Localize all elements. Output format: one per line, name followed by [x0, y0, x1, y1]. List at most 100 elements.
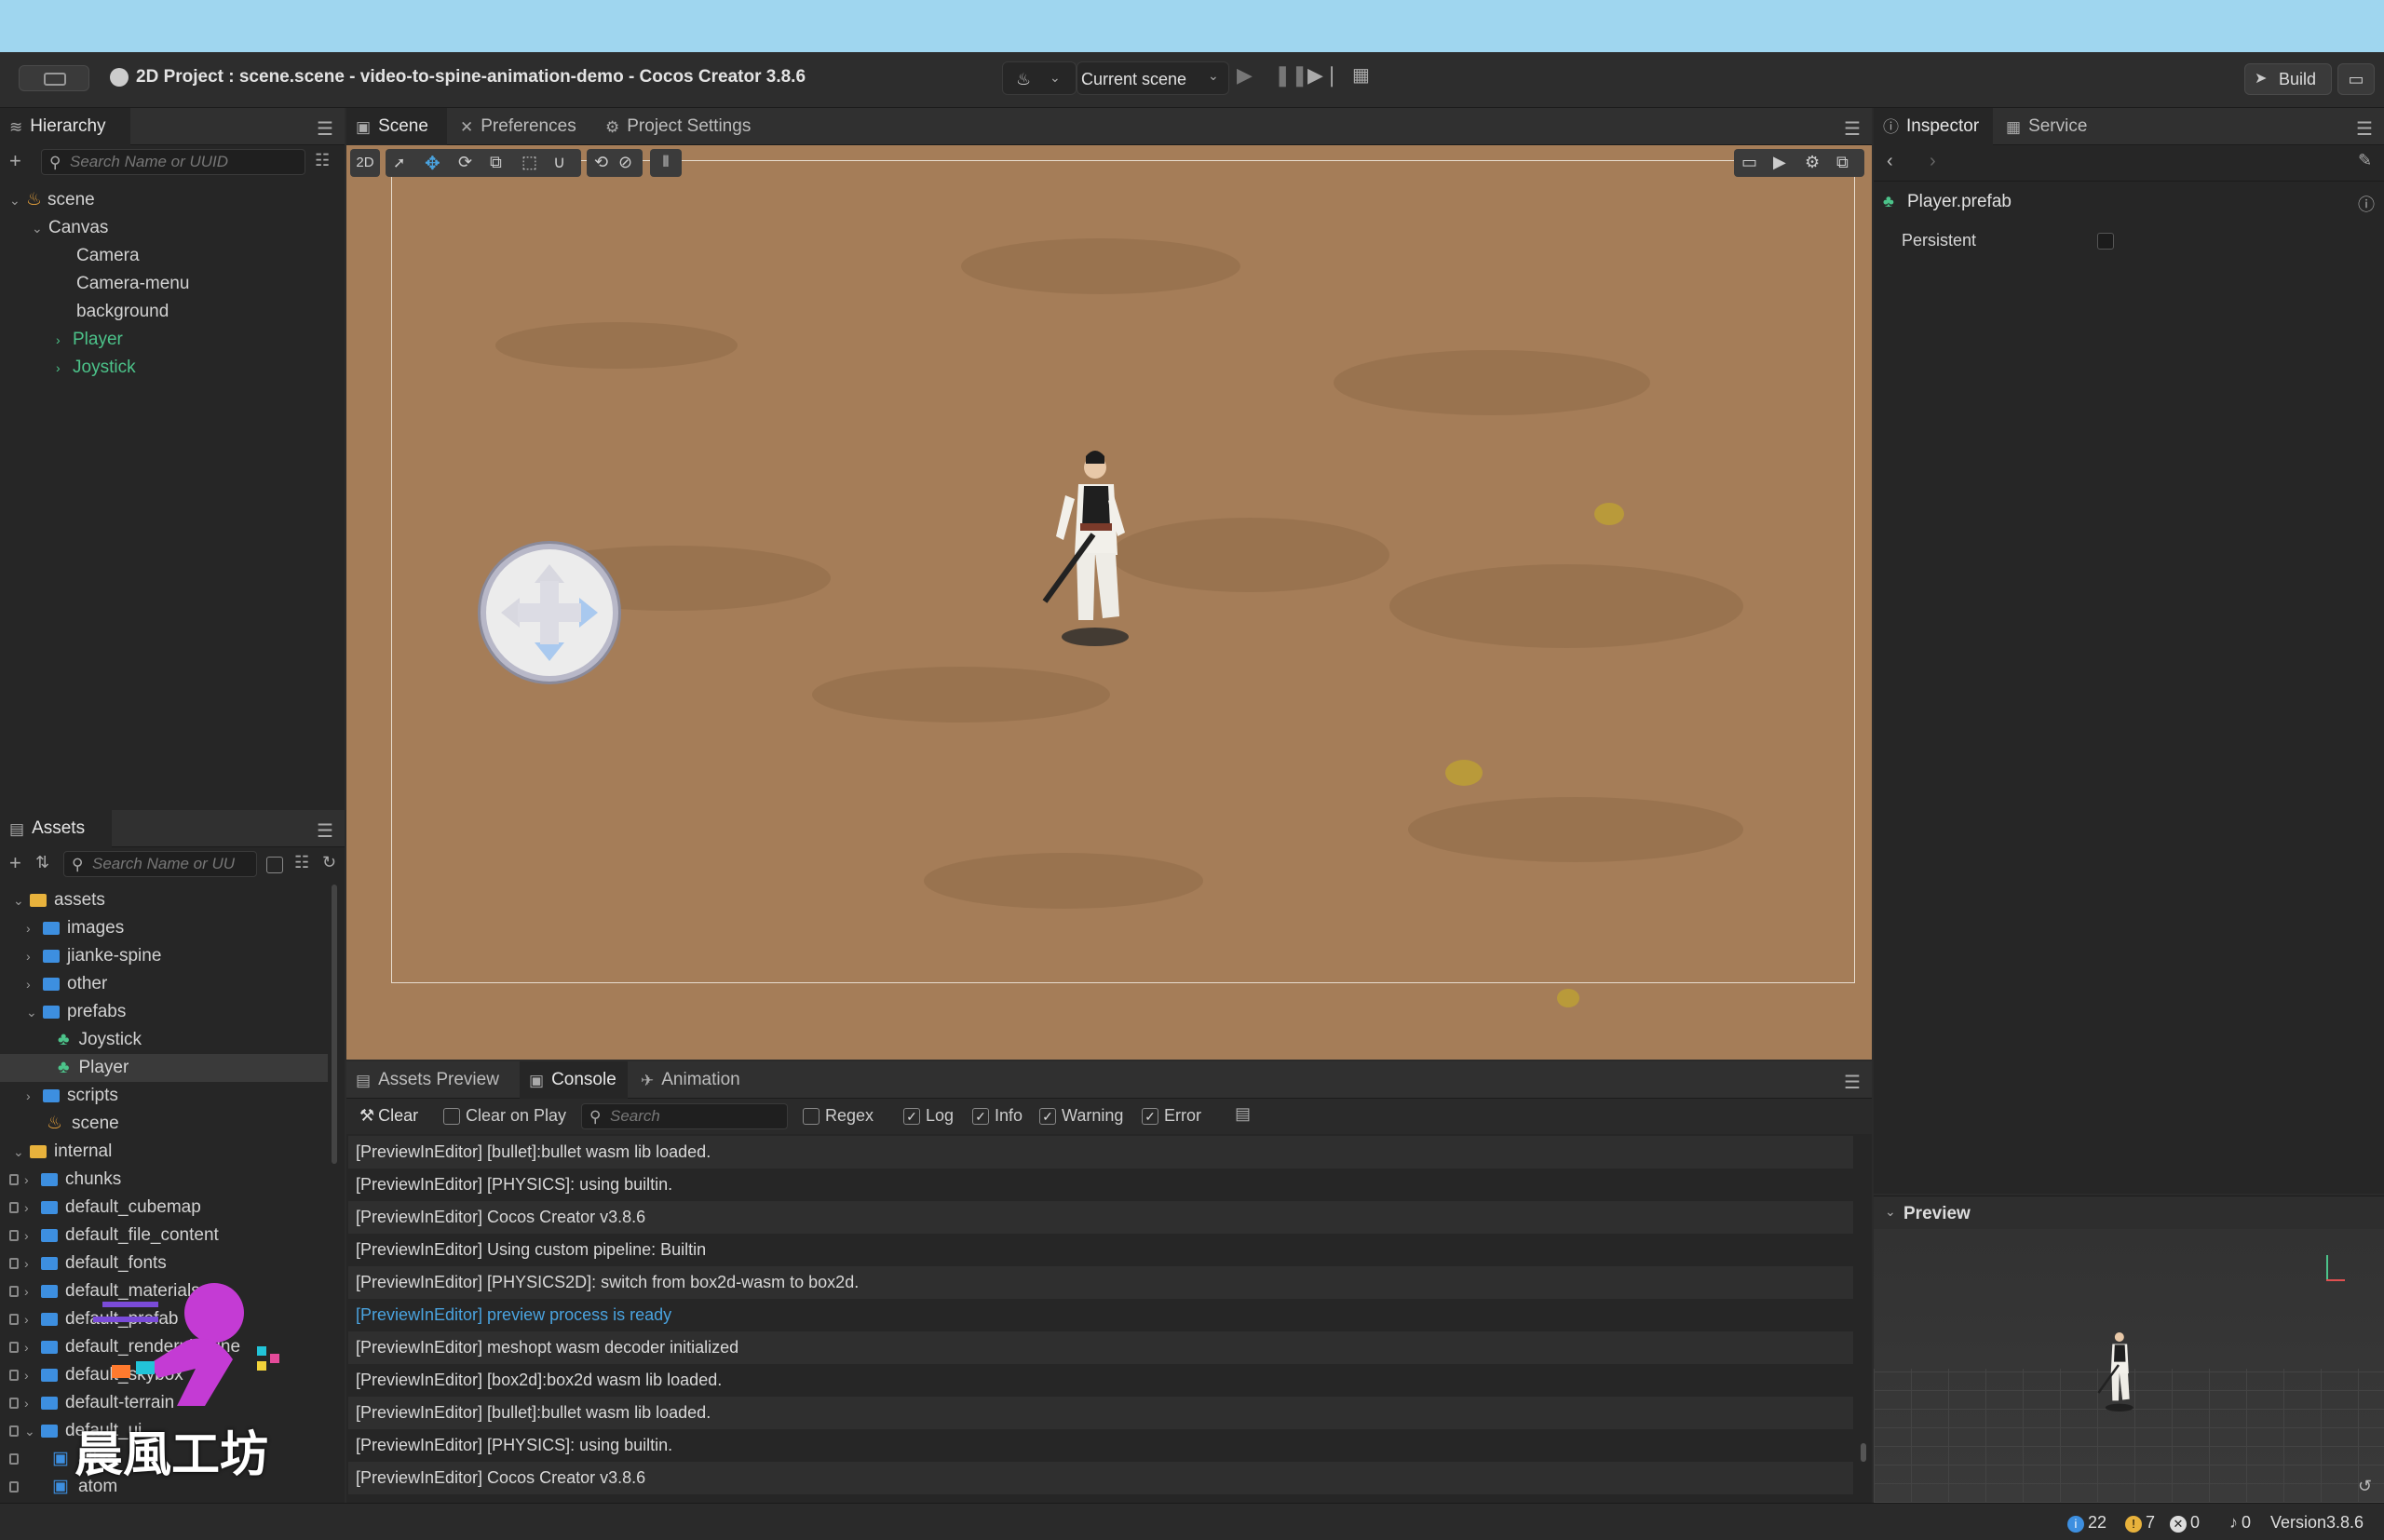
hierarchy-search-input[interactable]: ⚲ Search Name or UUID	[41, 149, 305, 175]
asset-images[interactable]: › images	[26, 914, 124, 942]
asset-scripts[interactable]: › scripts	[26, 1082, 118, 1110]
tree-node-scene[interactable]: ⌄ ♨ scene	[9, 186, 95, 214]
tab-hierarchy[interactable]: ≋ Hierarchy	[0, 108, 130, 145]
joystick[interactable]	[481, 544, 618, 682]
console-line[interactable]: [PreviewInEditor] Cocos Creator v3.8.6	[348, 1462, 1853, 1494]
camera-icon[interactable]: ▶	[1773, 153, 1786, 172]
preview-header[interactable]: ⌄ Preview	[1874, 1196, 2384, 1229]
gear-icon[interactable]: ⚙	[1805, 153, 1820, 172]
play-icon[interactable]: ▶	[1237, 63, 1253, 88]
console-line[interactable]: [PreviewInEditor] [PHYSICS]: using built…	[348, 1429, 1853, 1462]
notification-count[interactable]: ♪ 0	[2229, 1513, 2251, 1533]
rock-sprite[interactable]	[1594, 503, 1624, 525]
panel-menu-icon[interactable]: ☰	[317, 819, 333, 843]
asset-player-prefab[interactable]: ♣ Player	[0, 1054, 328, 1082]
asset-jianke-spine[interactable]: › jianke-spine	[26, 942, 161, 970]
tree-options-icon[interactable]: ☷	[315, 151, 330, 170]
open-log-file-icon[interactable]: ▤	[1235, 1104, 1251, 1124]
tab-service[interactable]: ▦ Service	[1997, 108, 2105, 145]
console-line[interactable]: [PreviewInEditor] Cocos Creator v3.8.6	[348, 1201, 1853, 1234]
pin-icon[interactable]: ✎	[2358, 151, 2372, 170]
console-line[interactable]: [PreviewInEditor] [box2d]:box2d wasm lib…	[348, 1364, 1853, 1397]
tree-node-player[interactable]: › Player	[56, 326, 123, 354]
panel-menu-icon[interactable]: ☰	[1844, 1071, 1861, 1094]
pivot-icon[interactable]: ⊘	[618, 153, 632, 172]
console-line[interactable]: [PreviewInEditor] [bullet]:bullet wasm l…	[348, 1397, 1853, 1429]
player-character[interactable]	[1037, 443, 1149, 648]
add-asset-icon[interactable]: +	[9, 851, 21, 875]
console-line[interactable]: [PreviewInEditor] [PHYSICS2D]: switch fr…	[348, 1266, 1853, 1299]
asset-joystick-prefab[interactable]: ♣ Joystick	[58, 1026, 142, 1054]
move-tool-icon[interactable]: ✥	[425, 152, 440, 175]
asset-other[interactable]: › other	[26, 970, 107, 998]
error-count[interactable]: ✕ 0	[2170, 1513, 2200, 1533]
gizmo-icon[interactable]: ⧉	[1836, 153, 1849, 172]
console-line-info[interactable]: [PreviewInEditor] preview process is rea…	[348, 1299, 1853, 1331]
tree-node-camera[interactable]: Camera	[76, 242, 140, 270]
reset-view-icon[interactable]: ↺	[2358, 1477, 2372, 1496]
rotate-tool-icon[interactable]: ⟳	[458, 153, 472, 172]
asset-scene[interactable]: ♨ scene	[47, 1110, 119, 1138]
tree-node-background[interactable]: background	[76, 298, 169, 326]
editor-layout-button[interactable]	[19, 65, 89, 91]
asset-prefabs[interactable]: ⌄ prefabs	[26, 998, 126, 1026]
snap-tool-icon[interactable]: ∪	[553, 153, 565, 172]
tab-assets-preview[interactable]: ▤ Assets Preview	[346, 1061, 514, 1099]
scene-viewport[interactable]: 2D ➚ ✥ ⟳ ⧉ ⬚ ∪ ⟲ ⊘ ⫴ ▭ ▶ ⚙ ⧉	[346, 145, 1872, 1060]
assets-filter-checkbox[interactable]	[266, 857, 283, 873]
open-folder-button[interactable]: ▭	[2337, 63, 2375, 95]
console-line[interactable]: [PreviewInEditor] meshopt wasm decoder i…	[348, 1331, 1853, 1364]
panel-menu-icon[interactable]: ☰	[2356, 117, 2373, 141]
tab-animation[interactable]: ✈ Animation	[631, 1061, 752, 1099]
pause-icon[interactable]: ❚❚	[1274, 63, 1308, 88]
preview-viewport[interactable]: ↺	[1874, 1229, 2384, 1503]
tab-inspector[interactable]: ⓘ Inspector	[1874, 108, 1993, 145]
local-space-icon[interactable]: ⟲	[594, 153, 608, 172]
refresh-icon[interactable]: ↻	[322, 853, 336, 872]
tab-project-settings[interactable]: ⚙ Project Settings	[596, 108, 773, 145]
console-line[interactable]: [PreviewInEditor] [bullet]:bullet wasm l…	[348, 1136, 1853, 1169]
step-icon[interactable]: ▶❘	[1307, 63, 1340, 88]
rock-sprite[interactable]	[1557, 989, 1579, 1007]
warning-toggle[interactable]: ✓ Warning	[1039, 1106, 1123, 1126]
console-line[interactable]: [PreviewInEditor] Using custom pipeline:…	[348, 1234, 1853, 1266]
assets-scrollbar[interactable]	[332, 885, 337, 1164]
console-line[interactable]: [PreviewInEditor] [PHYSICS]: using built…	[348, 1169, 1853, 1201]
tab-console[interactable]: ▣ Console	[520, 1061, 628, 1099]
2d-mode-button[interactable]: 2D	[350, 149, 380, 177]
persistent-checkbox[interactable]	[2097, 233, 2114, 250]
error-toggle[interactable]: ✓ Error	[1142, 1106, 1201, 1126]
assets-search-input[interactable]: ⚲ Search Name or UU	[63, 851, 257, 877]
help-icon[interactable]: ⓘ	[2358, 192, 2375, 216]
log-toggle[interactable]: ✓ Log	[903, 1106, 954, 1126]
clear-button[interactable]: ⚒ Clear	[359, 1106, 418, 1126]
warning-count[interactable]: ! 7	[2125, 1513, 2155, 1533]
info-toggle[interactable]: ✓ Info	[972, 1106, 1023, 1126]
tree-options-icon[interactable]: ☷	[294, 853, 309, 872]
build-button[interactable]: ➤ Build	[2244, 63, 2332, 95]
add-node-icon[interactable]: +	[9, 149, 21, 173]
tree-node-camera-menu[interactable]: Camera-menu	[76, 270, 189, 298]
scale-tool-icon[interactable]: ⧉	[490, 153, 502, 172]
tab-assets[interactable]: ▤ Assets	[0, 810, 112, 847]
regex-toggle[interactable]: Regex	[803, 1106, 874, 1126]
engine-select[interactable]: ♨ ⌄	[1002, 61, 1077, 95]
clear-on-play-toggle[interactable]: Clear on Play	[443, 1106, 566, 1126]
console-scrollbar[interactable]	[1861, 1443, 1866, 1462]
back-arrow-icon[interactable]: ‹	[1887, 151, 1893, 172]
console-search-input[interactable]: ⚲ Search	[581, 1103, 788, 1129]
resolution-icon[interactable]: ▭	[1741, 153, 1757, 172]
align-tools-button[interactable]: ⫴	[650, 149, 682, 177]
tree-node-joystick[interactable]: › Joystick	[56, 354, 136, 382]
sort-icon[interactable]: ⇅	[35, 853, 49, 872]
scene-select[interactable]: Current scene ⌄	[1077, 61, 1229, 95]
rect-tool-icon[interactable]: ⬚	[522, 153, 537, 172]
panel-menu-icon[interactable]: ☰	[1844, 117, 1861, 141]
qr-code-icon[interactable]: ▦	[1352, 63, 1370, 87]
tree-node-canvas[interactable]: ⌄ Canvas	[32, 214, 108, 242]
forward-arrow-icon[interactable]: ›	[1930, 151, 1936, 172]
tab-preferences[interactable]: ✕ Preferences	[451, 108, 590, 145]
rock-sprite[interactable]	[1445, 760, 1483, 786]
info-count[interactable]: i 22	[2067, 1513, 2106, 1533]
panel-menu-icon[interactable]: ☰	[317, 117, 333, 141]
